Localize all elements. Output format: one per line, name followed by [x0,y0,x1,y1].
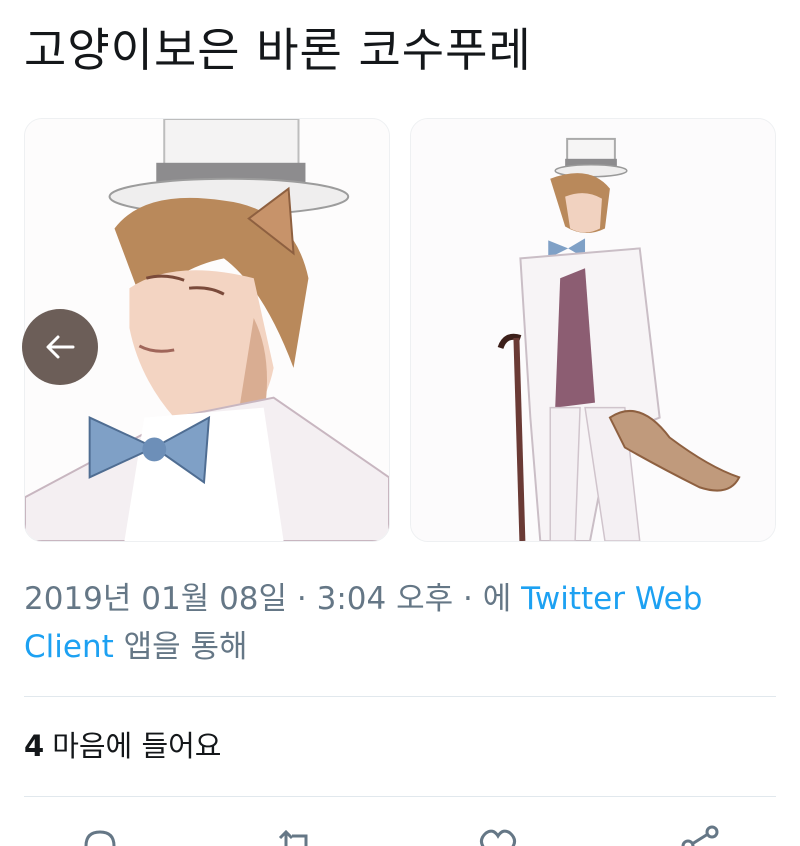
previous-image-button[interactable] [22,309,98,385]
likes-count-link[interactable]: 4 마음에 들어요 [24,724,222,768]
tweet-date[interactable]: 2019년 01월 08일 [24,581,287,617]
reply-icon [84,830,116,846]
meta-line-2: Client 앱을 통해 [24,623,776,671]
divider [24,796,776,797]
tweet-detail-view: 고양이보은 바론 코수푸레 2019년 01월 08일 · 3:04 오후 · … [0,0,800,846]
meta-separator: · 에 [453,581,522,617]
media-carousel [24,118,776,542]
divider [24,696,776,697]
client-link-part1[interactable]: Twitter Web [521,581,702,617]
likes-label: 마음에 들어요 [52,729,222,763]
illustration-fullbody [411,119,775,541]
retweet-button[interactable] [272,822,320,846]
client-link-part2[interactable]: Client [24,629,114,665]
like-button[interactable] [474,822,522,846]
heart-icon [479,829,517,846]
meta-line-1: 2019년 01월 08일 · 3:04 오후 · 에 Twitter Web [24,575,776,623]
retweet-icon [278,829,308,846]
share-icon [681,825,719,846]
arrow-left-icon [46,335,75,359]
tweet-meta: 2019년 01월 08일 · 3:04 오후 · 에 Twitter Web … [24,575,776,671]
tweet-time[interactable]: 3:04 오후 [317,581,454,617]
meta-separator: · [287,581,317,617]
likes-count: 4 [24,729,45,763]
via-suffix: 앱을 통해 [113,629,248,665]
share-button[interactable] [676,822,724,846]
tweet-actions-bar [0,822,800,846]
tweet-text: 고양이보은 바론 코수푸레 [24,23,532,77]
media-image-2[interactable] [410,118,776,542]
reply-button[interactable] [76,822,124,846]
